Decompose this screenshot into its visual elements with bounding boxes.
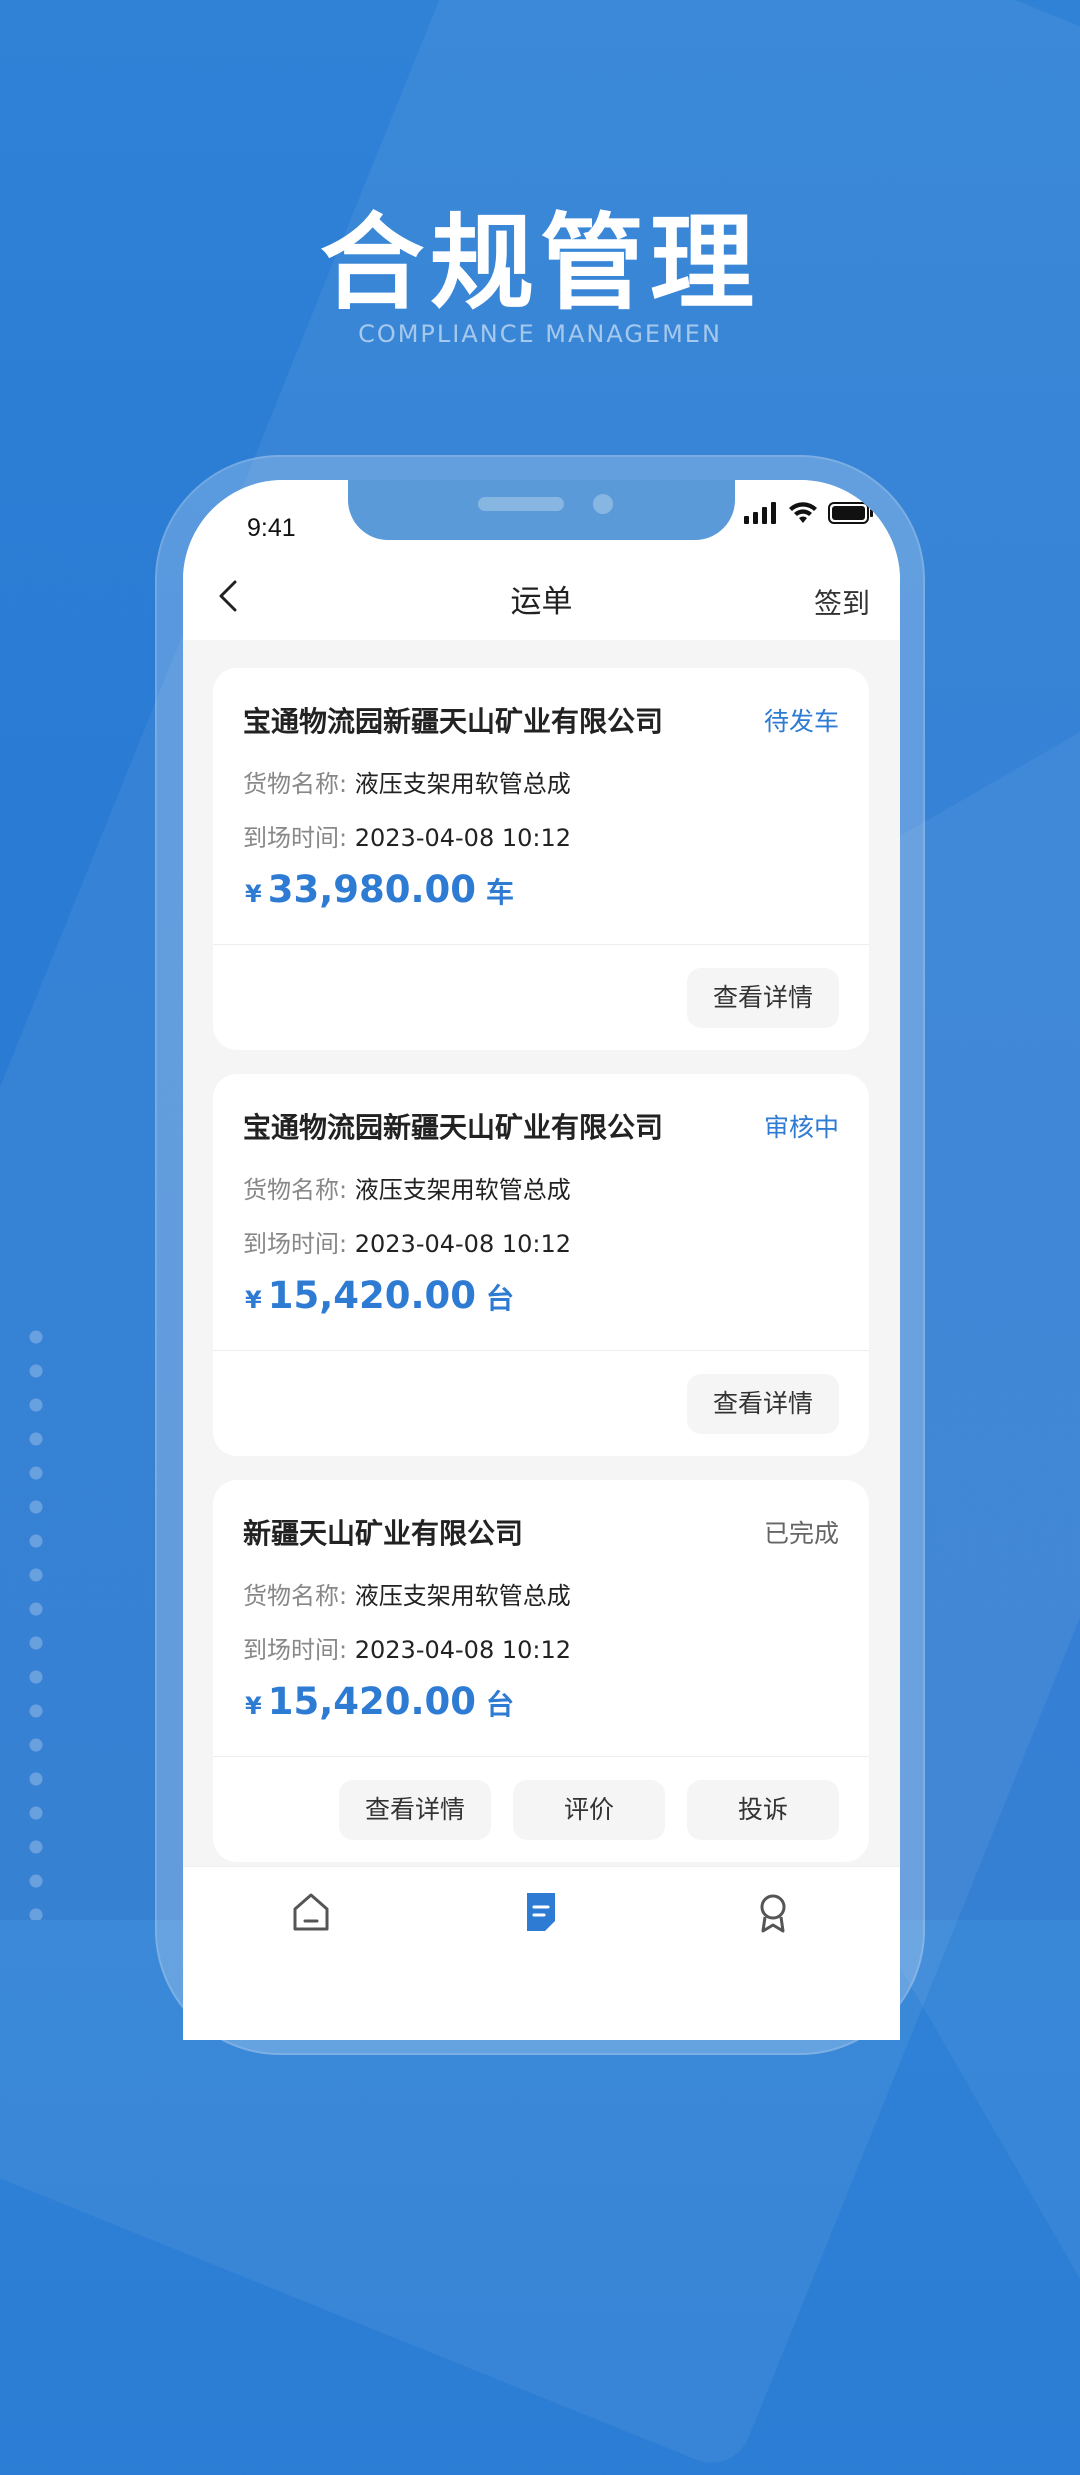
goods-label: 货物名称: [243,1582,348,1610]
check-in-button[interactable]: 签到 [814,582,870,622]
nav-bar: 运单 签到 [183,560,900,640]
tab-bar [183,1866,900,2040]
complain-button[interactable]: 投诉 [687,1780,839,1840]
goods-label: 货物名称: [243,770,348,798]
home-icon [293,1893,329,1931]
profile-icon [760,1894,786,1933]
tab-home[interactable] [281,1881,341,1941]
goods-value: 液压支架用软管总成 [354,770,571,798]
view-details-button[interactable]: 查看详情 [687,968,839,1028]
view-details-button[interactable]: 查看详情 [339,1780,491,1840]
arrival-value: 2023-04-08 10:12 [354,1636,572,1664]
goods-row: 货物名称: 液压支架用软管总成 [243,1576,571,1611]
decorative-dots [26,1320,46,1920]
currency-symbol: ¥ [245,1692,262,1720]
arrival-value: 2023-04-08 10:12 [354,824,572,852]
front-camera [593,494,613,514]
goods-row: 货物名称: 液压支架用软管总成 [243,764,571,799]
order-price: ¥ 15,420.00 台 [245,1274,514,1317]
goods-value: 液压支架用软管总成 [354,1582,571,1610]
phone-screen: 9:41 运单 签到 宝通物流园新疆天山矿业有限公司 待发车 货物名称: 液压支… [183,480,900,2040]
page-title: 运单 [510,584,573,620]
arrival-row: 到场时间: 2023-04-08 10:12 [243,1224,571,1259]
price-unit: 台 [486,1282,515,1315]
hero-subtitle: COMPLIANCE MANAGEMEN [358,320,722,348]
arrival-label: 到场时间: [243,1636,348,1664]
price-amount: 33,980.00 [267,868,477,911]
order-status: 待发车 [763,707,839,736]
goods-value: 液压支架用软管总成 [354,1176,571,1204]
arrival-row: 到场时间: 2023-04-08 10:12 [243,818,571,853]
status-icons [744,502,874,528]
order-status: 审核中 [763,1113,839,1142]
order-title: 宝通物流园新疆天山矿业有限公司 [243,1111,664,1144]
order-list: 宝通物流园新疆天山矿业有限公司 待发车 货物名称: 液压支架用软管总成 到场时间… [213,668,869,1886]
signal-icon [744,502,778,528]
order-price: ¥ 15,420.00 台 [245,1680,514,1723]
card-divider [213,944,869,945]
card-actions: 查看详情 [687,1374,839,1434]
price-amount: 15,420.00 [267,1274,477,1317]
goods-row: 货物名称: 液压支架用软管总成 [243,1170,571,1205]
goods-label: 货物名称: [243,1176,348,1204]
tab-profile[interactable] [743,1881,803,1941]
order-title: 宝通物流园新疆天山矿业有限公司 [243,705,664,738]
order-status: 已完成 [763,1519,839,1548]
arrival-value: 2023-04-08 10:12 [354,1230,572,1258]
arrival-label: 到场时间: [243,824,348,852]
price-unit: 车 [486,876,515,909]
wifi-icon [788,502,818,528]
card-actions: 查看详情 评价 投诉 [339,1780,839,1840]
price-amount: 15,420.00 [267,1680,477,1723]
card-actions: 查看详情 [687,968,839,1028]
currency-symbol: ¥ [245,880,262,908]
status-time: 9:41 [247,514,296,542]
card-divider [213,1756,869,1757]
arrival-label: 到场时间: [243,1230,348,1258]
price-unit: 台 [486,1688,515,1721]
tab-orders[interactable] [511,1881,571,1941]
hero-title: 合规管理 [319,202,760,324]
rate-button[interactable]: 评价 [513,1780,665,1840]
order-card[interactable]: 新疆天山矿业有限公司 已完成 货物名称: 液压支架用软管总成 到场时间: 202… [213,1480,869,1862]
order-price: ¥ 33,980.00 车 [245,868,514,911]
arrival-row: 到场时间: 2023-04-08 10:12 [243,1630,571,1665]
view-details-button[interactable]: 查看详情 [687,1374,839,1434]
battery-icon [828,502,874,528]
card-divider [213,1350,869,1351]
currency-symbol: ¥ [245,1286,262,1314]
order-card[interactable]: 宝通物流园新疆天山矿业有限公司 待发车 货物名称: 液压支架用软管总成 到场时间… [213,668,869,1050]
document-icon [527,1893,555,1931]
order-title: 新疆天山矿业有限公司 [243,1517,524,1550]
phone-notch [348,480,735,540]
speaker-grille [478,497,564,511]
order-card[interactable]: 宝通物流园新疆天山矿业有限公司 审核中 货物名称: 液压支架用软管总成 到场时间… [213,1074,869,1456]
